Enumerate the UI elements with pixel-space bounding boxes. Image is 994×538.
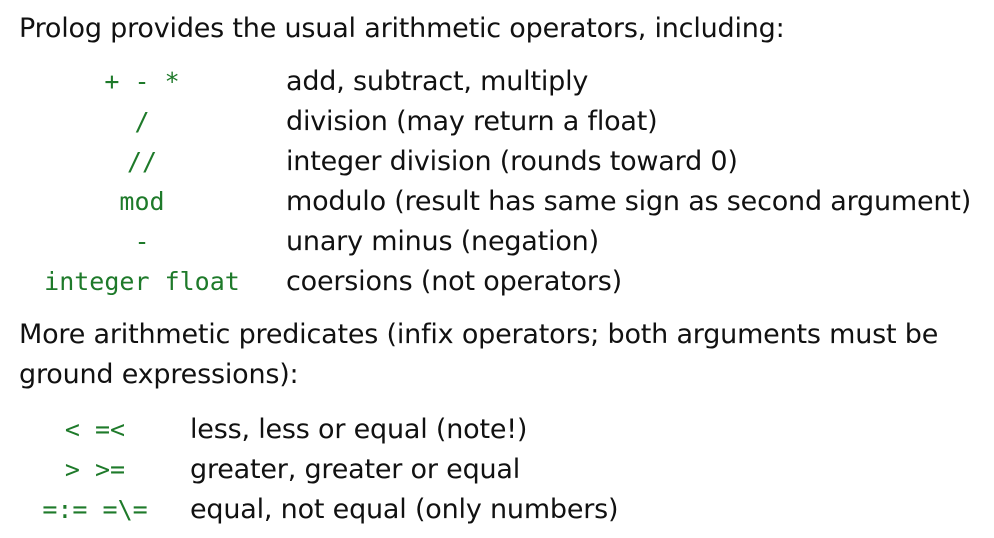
table-row: - unary minus (negation)	[28, 221, 971, 261]
table-row: > >= greater, greater or equal	[28, 449, 618, 489]
predicates-intro-line-2: ground expressions):	[19, 359, 299, 390]
predicate-symbol: =:= =\=	[42, 494, 148, 524]
operator-description: add, subtract, multiply	[286, 65, 589, 97]
operator-description: modulo (result has same sign as second a…	[286, 185, 972, 217]
arithmetic-predicates-table: < =< less, less or equal (note!) > >= gr…	[28, 409, 618, 529]
operator-symbol: /	[134, 106, 150, 136]
operator-symbol: //	[126, 146, 158, 176]
table-row: + - * add, subtract, multiply	[28, 61, 971, 101]
operator-symbol: mod	[119, 186, 165, 216]
operator-symbol: + - *	[104, 66, 180, 96]
predicates-intro-line-1: More arithmetic predicates (infix operat…	[19, 319, 939, 350]
predicate-symbol: < =<	[64, 414, 126, 444]
predicate-description: less, less or equal (note!)	[190, 413, 528, 445]
table-row: =:= =\= equal, not equal (only numbers)	[28, 489, 618, 529]
operator-description: coersions (not operators)	[286, 265, 622, 297]
predicate-description: equal, not equal (only numbers)	[190, 493, 619, 525]
table-row: / division (may return a float)	[28, 101, 971, 141]
table-row: mod modulo (result has same sign as seco…	[28, 181, 971, 221]
arithmetic-operators-table: + - * add, subtract, multiply / division…	[28, 61, 971, 301]
table-row: < =< less, less or equal (note!)	[28, 409, 618, 449]
predicate-description: greater, greater or equal	[190, 453, 521, 485]
operator-description: division (may return a float)	[286, 105, 658, 137]
operator-description: integer division (rounds toward 0)	[286, 145, 738, 177]
predicate-symbol: > >=	[64, 454, 126, 484]
table-row: integer float coersions (not operators)	[28, 261, 971, 301]
operator-symbol: -	[134, 226, 150, 256]
intro-text: Prolog provides the usual arithmetic ope…	[19, 13, 785, 44]
operator-description: unary minus (negation)	[286, 225, 599, 257]
table-row: // integer division (rounds toward 0)	[28, 141, 971, 181]
operator-symbol: integer float	[44, 266, 240, 296]
